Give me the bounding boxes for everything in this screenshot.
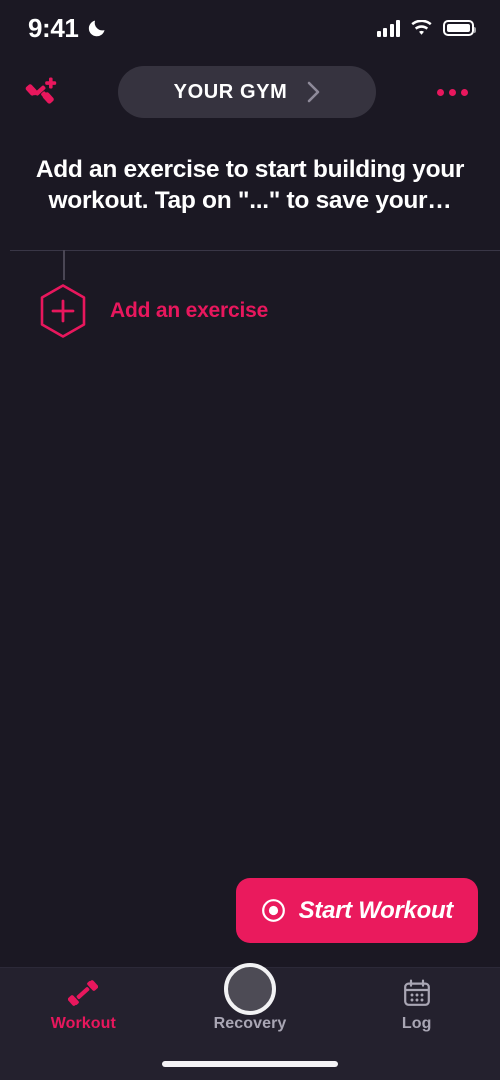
tab-log-label: Log: [401, 1015, 432, 1032]
divider: [10, 250, 500, 252]
home-indicator[interactable]: [162, 1061, 338, 1067]
chevron-right-icon: [308, 81, 320, 103]
add-exercise-label: Add an exercise: [110, 299, 269, 323]
moon-icon: [89, 20, 105, 37]
tab-recovery-label: Recovery: [213, 1015, 287, 1032]
wifi-icon: [411, 19, 432, 35]
dumbbell-icon: [68, 978, 99, 1008]
app-screen: 9:41 YOUR GYM Add an exercise to start b…: [0, 0, 500, 1080]
connector-line: [63, 250, 65, 281]
hexagon-plus-icon: [38, 283, 88, 339]
gym-selector-label: YOUR GYM: [173, 80, 288, 103]
section-divider-wrap: [0, 250, 500, 281]
battery-icon: [443, 20, 476, 36]
tab-workout-label: Workout: [50, 1015, 116, 1032]
status-bar-left: 9:41: [28, 15, 107, 41]
workout-content-area: Start Workout: [0, 339, 500, 1016]
start-workout-label: Start Workout: [298, 896, 454, 924]
tab-workout[interactable]: Workout: [0, 978, 167, 1033]
circle-loading-indicator: [224, 963, 276, 1016]
more-options-icon: [436, 88, 468, 96]
add-exercise-button[interactable]: Add an exercise: [0, 283, 500, 339]
add-dumbbell-icon[interactable]: [16, 66, 68, 118]
tab-log[interactable]: Log: [333, 978, 500, 1033]
status-bar: 9:41: [0, 0, 500, 56]
record-circle-icon: [261, 899, 285, 922]
status-bar-clock: 9:41: [28, 13, 79, 43]
cellular-signal-icon: [376, 19, 400, 37]
calendar-icon: [402, 978, 432, 1008]
page-title: Add an exercise to start building your w…: [35, 156, 465, 215]
gym-selector-button[interactable]: YOUR GYM: [118, 66, 376, 118]
start-workout-button[interactable]: Start Workout: [235, 878, 478, 943]
status-bar-right: [376, 19, 476, 37]
top-navigation-bar: YOUR GYM: [0, 56, 500, 128]
more-options-button[interactable]: [426, 66, 478, 118]
